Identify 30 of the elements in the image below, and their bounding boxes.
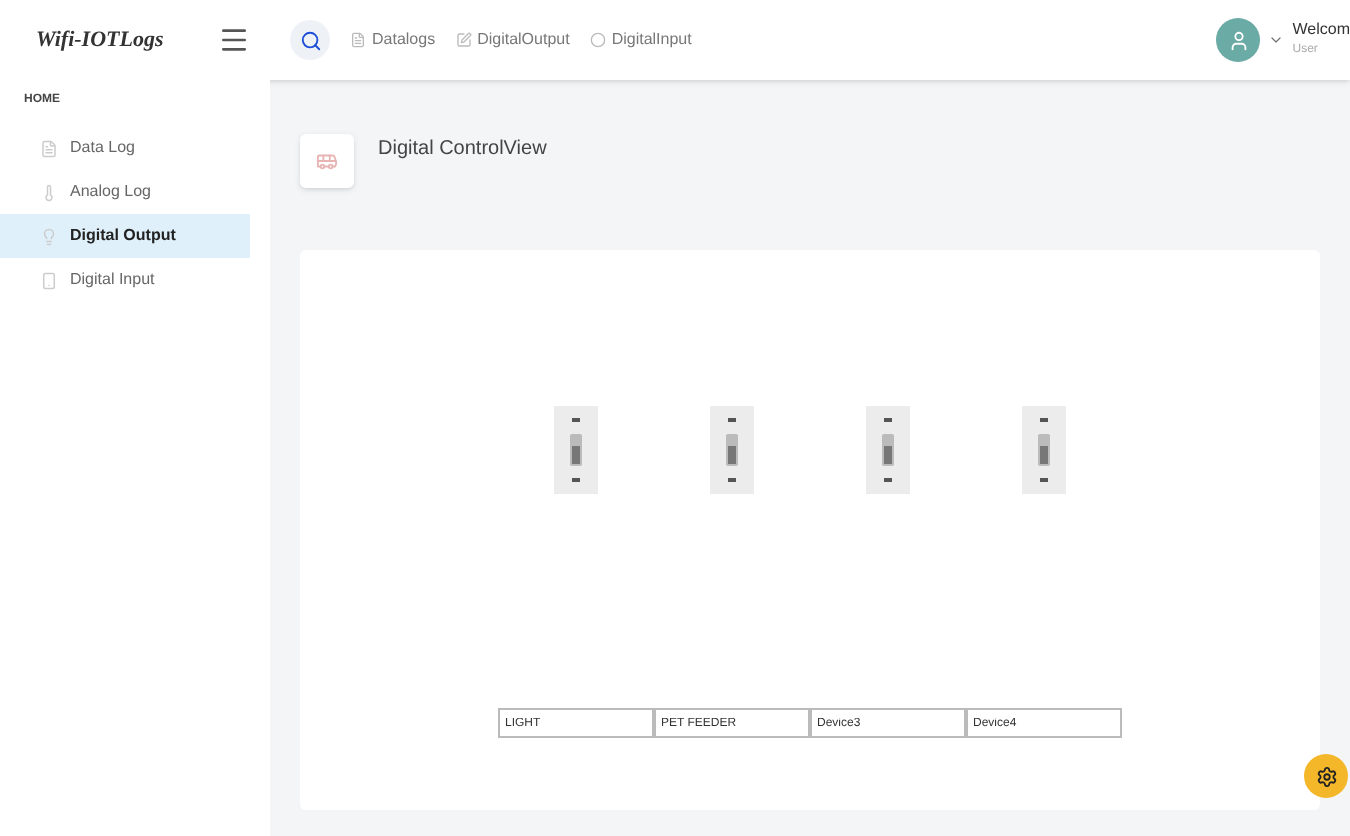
brand-logo[interactable]: Wifi-IOTLogs — [36, 23, 164, 57]
dropdown-caret-icon[interactable] — [1268, 32, 1285, 48]
gear-icon — [1315, 765, 1337, 787]
avatar[interactable] — [1216, 18, 1261, 62]
search-icon — [299, 29, 321, 51]
menu-icon[interactable] — [218, 24, 250, 56]
toggle-switch-icon[interactable] — [865, 406, 909, 494]
settings-button[interactable] — [1304, 754, 1348, 798]
nav-link[interactable]: Datalogs — [350, 28, 436, 52]
page-title: Digital ControlView — [378, 135, 547, 163]
search-button[interactable] — [290, 20, 330, 60]
nav-link[interactable]: DigitalInput — [589, 28, 692, 52]
toggle-switch-icon[interactable] — [553, 406, 597, 494]
toggle-switch-icon[interactable] — [1021, 406, 1065, 494]
circle-icon — [589, 32, 606, 48]
bulb-icon — [40, 227, 58, 245]
sidebar-item[interactable]: Digital Input — [0, 258, 250, 302]
phone-icon — [40, 271, 58, 289]
nav-link[interactable]: DigitalOutput — [455, 28, 570, 52]
document-icon — [350, 32, 366, 48]
sidebar-item[interactable]: Analog Log — [0, 170, 250, 214]
welcome-text: Welcom — [1292, 20, 1350, 40]
toggle-switch-icon[interactable] — [709, 406, 753, 494]
document-icon — [40, 139, 58, 157]
sidebar-item[interactable]: Data Log — [0, 126, 250, 170]
thermometer-icon — [40, 183, 58, 201]
bus-icon — [316, 149, 338, 171]
sidebar-item[interactable]: Digital Output — [0, 214, 250, 258]
user-icon — [1227, 29, 1250, 51]
edit-icon — [455, 32, 472, 48]
